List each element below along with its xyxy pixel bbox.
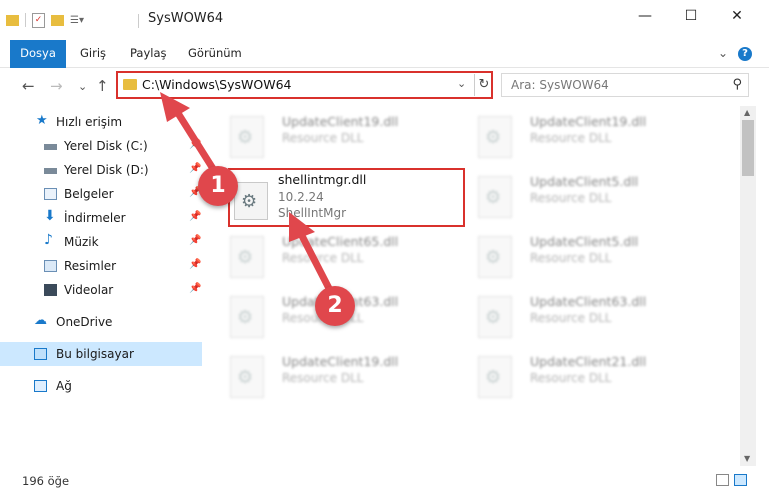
step-2-badge: 2 xyxy=(315,286,355,326)
step-1-badge: 1 xyxy=(198,166,238,206)
annotation-arrows xyxy=(160,92,340,306)
arrow-1-head xyxy=(160,92,190,122)
